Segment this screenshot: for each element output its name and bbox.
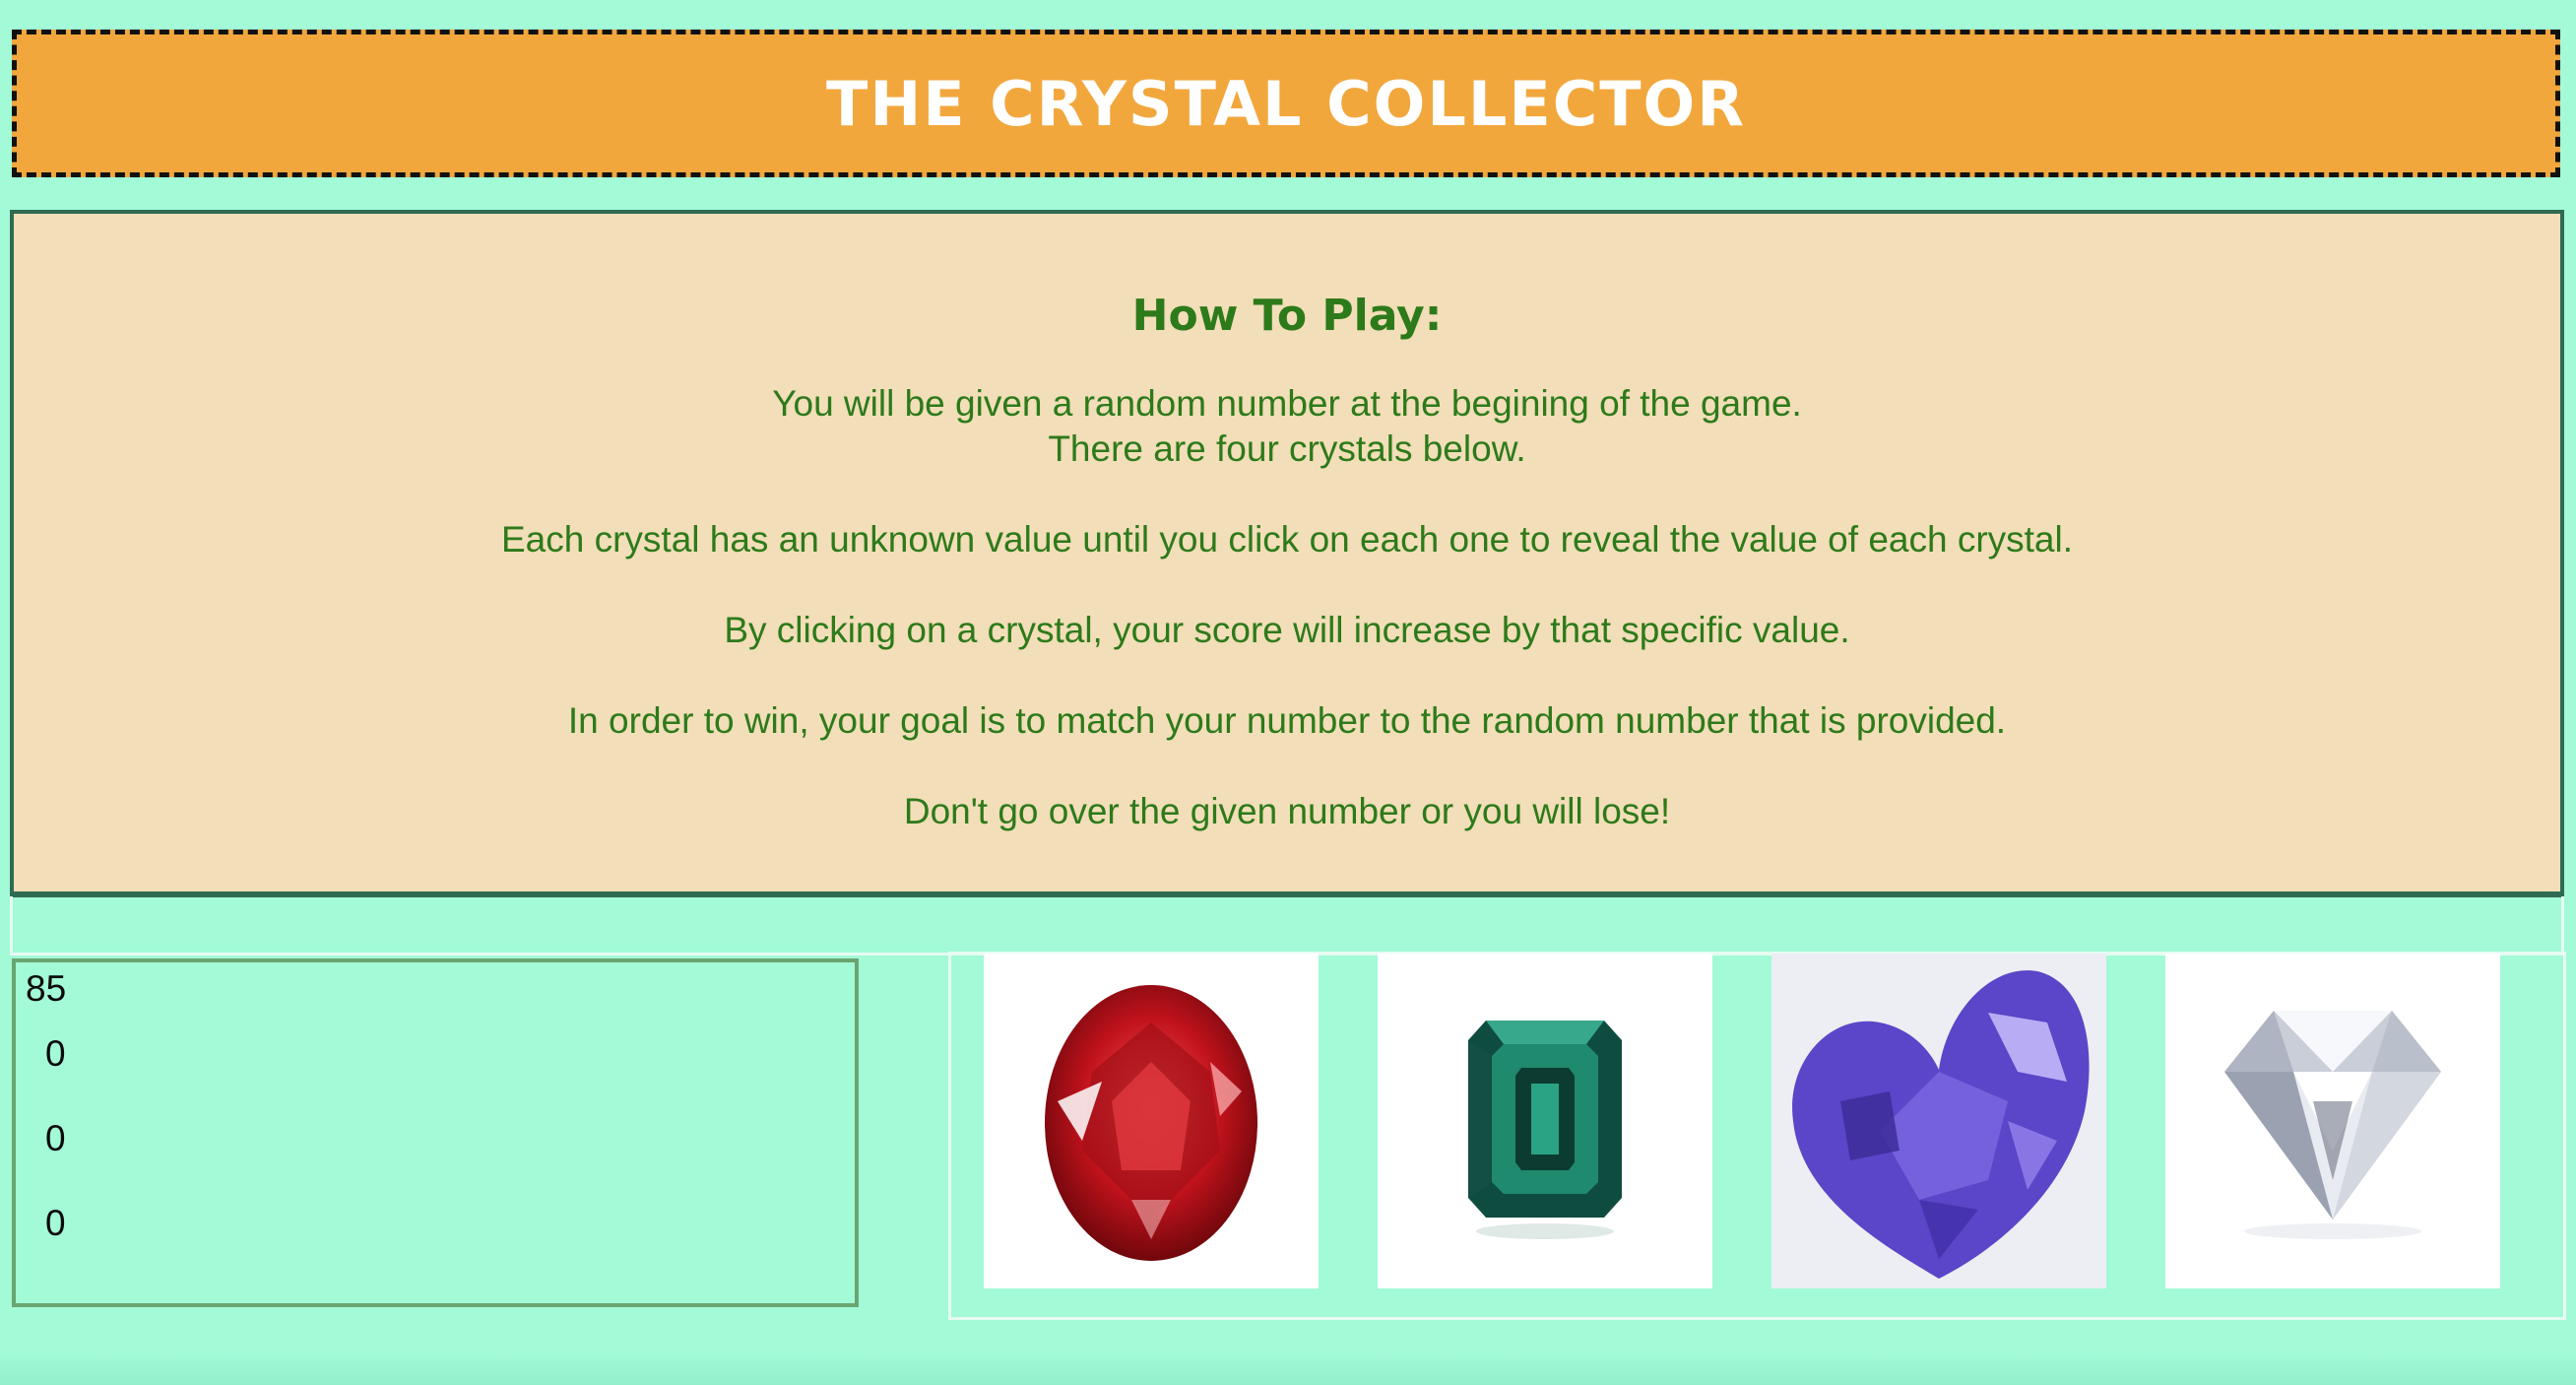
instruction-line: In order to win, your goal is to match y…	[567, 700, 2007, 741]
crystal-diamond-button[interactable]	[2165, 954, 2500, 1288]
page-footer-shade	[0, 1355, 2576, 1385]
instruction-line: Don't go over the given number or you wi…	[903, 791, 1671, 831]
score-value: 0	[45, 1118, 66, 1158]
instruction-line: You will be given a random number at the…	[772, 383, 1802, 424]
score-box: 85 0 0 0	[12, 958, 859, 1307]
instruction-line: By clicking on a crystal, your score wil…	[724, 610, 1850, 650]
instruction-line: There are four crystals below.	[1048, 429, 1526, 469]
how-to-play-heading: How To Play:	[1131, 291, 1443, 341]
how-to-play-panel: How To Play: You will be given a random …	[10, 210, 2564, 897]
diamond-icon	[2224, 1011, 2441, 1239]
emerald-icon	[1468, 1021, 1622, 1239]
title-banner: THE CRYSTAL COLLECTOR	[12, 30, 2560, 177]
amethyst-icon	[1771, 954, 2106, 1288]
crystal-emerald-button[interactable]	[1378, 954, 1712, 1288]
page-title: THE CRYSTAL COLLECTOR	[826, 67, 1746, 140]
crystal-amethyst-button[interactable]	[1771, 954, 2106, 1288]
instruction-line: Each crystal has an unknown value until …	[500, 519, 2074, 560]
score-value: 0	[45, 1033, 66, 1074]
score-value: 0	[45, 1203, 66, 1243]
game-area-outline	[10, 896, 2564, 956]
random-number: 85	[26, 968, 67, 1009]
ruby-icon	[1045, 985, 1257, 1261]
crystal-ruby-button[interactable]	[984, 954, 1319, 1288]
